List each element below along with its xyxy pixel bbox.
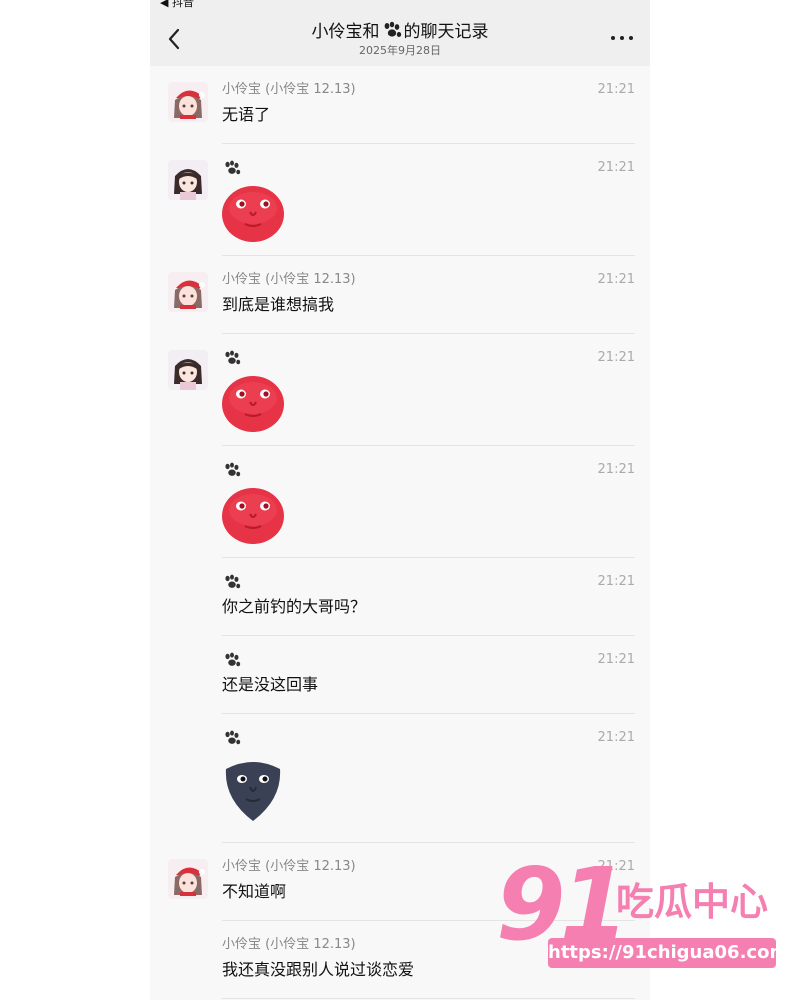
message-time: 21:21 (597, 574, 635, 589)
message-time: 21:21 (597, 730, 635, 745)
message-time: 21:21 (597, 82, 635, 97)
red-face-sticker[interactable] (220, 374, 286, 434)
message-text[interactable]: 到底是谁想搞我 (222, 295, 334, 315)
sender-name: 小伶宝 (小伶宝 12.13) (222, 82, 356, 97)
red-face-sticker[interactable] (220, 486, 286, 546)
paw-icon (222, 574, 242, 595)
message-row[interactable]: 21:21 (150, 714, 650, 843)
sender-name: 小伶宝 (小伶宝 12.13) (222, 272, 356, 287)
message-text[interactable]: 我还真没跟别人说过谈恋爱 (222, 960, 414, 980)
message-text[interactable]: 无语了 (222, 105, 270, 125)
paw-icon (381, 21, 403, 45)
message-time: 21:21 (597, 160, 635, 175)
message-time: 21:21 (597, 350, 635, 365)
more-dot-icon (611, 36, 615, 40)
dark-face-sticker[interactable] (220, 759, 286, 821)
message-time: 21:21 (597, 652, 635, 667)
divider (222, 998, 635, 999)
more-dot-icon (620, 36, 624, 40)
chat-date: 2025年9月28日 (359, 44, 441, 57)
message-row[interactable]: 小伶宝 (小伶宝 12.13) 21:21 无语了 (150, 66, 650, 144)
message-time: 21:21 (597, 272, 635, 287)
navigation-bar: ◀ 抖音 小伶宝和 的聊天记录 2025年9月28日 (150, 0, 650, 66)
paw-icon (222, 462, 242, 483)
message-text[interactable]: 你之前钓的大哥吗？ (222, 597, 366, 617)
paw-icon (222, 160, 242, 181)
message-row[interactable]: 21:21 (150, 446, 650, 558)
page-title: 小伶宝和 的聊天记录 (150, 21, 650, 45)
message-row[interactable]: 21:21 (150, 144, 650, 256)
status-bar-app[interactable]: ◀ 抖音 (150, 0, 650, 10)
avatar[interactable] (168, 272, 208, 312)
avatar[interactable] (168, 350, 208, 390)
title-suffix: 的聊天记录 (403, 22, 489, 42)
message-text[interactable]: 不知道啊 (222, 882, 286, 902)
paw-icon (222, 350, 242, 371)
message-row[interactable]: 21:21 你之前钓的大哥吗？ (150, 558, 650, 636)
title-prefix: 小伶宝和 (311, 22, 380, 42)
avatar[interactable] (168, 160, 208, 200)
sender-name: 小伶宝 (小伶宝 12.13) (222, 937, 356, 952)
message-time: 21:21 (597, 462, 635, 477)
watermark-url: https://91chigua06.com (548, 938, 788, 968)
watermark-name: 吃瓜中心 (616, 880, 769, 924)
site-watermark: 91 吃瓜中心 https://91chigua06.com (496, 850, 788, 977)
sender-name: 小伶宝 (小伶宝 12.13) (222, 859, 356, 874)
avatar[interactable] (168, 859, 208, 899)
message-row[interactable]: 21:21 (150, 334, 650, 446)
paw-icon (222, 652, 242, 673)
more-options-button[interactable] (610, 36, 636, 44)
message-row[interactable]: 21:21 还是没这回事 (150, 636, 650, 714)
paw-icon (222, 730, 242, 751)
avatar[interactable] (168, 82, 208, 122)
message-row[interactable]: 小伶宝 (小伶宝 12.13) 21:21 到底是谁想搞我 (150, 256, 650, 334)
more-dot-icon (629, 36, 633, 40)
red-face-sticker[interactable] (220, 184, 286, 244)
message-text[interactable]: 还是没这回事 (222, 675, 318, 695)
